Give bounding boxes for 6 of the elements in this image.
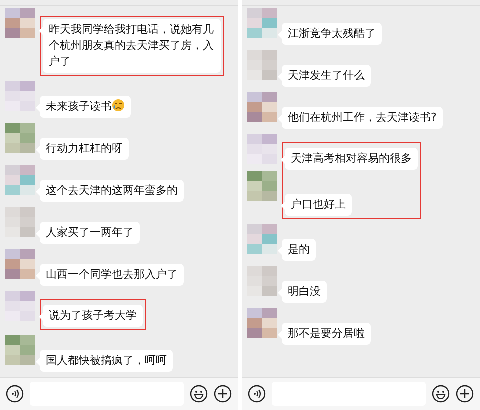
plus-icon[interactable] bbox=[214, 385, 232, 403]
emoji-icon[interactable] bbox=[190, 385, 208, 403]
emoji-icon[interactable] bbox=[432, 385, 450, 403]
voice-icon[interactable] bbox=[248, 385, 266, 403]
plus-icon[interactable] bbox=[456, 385, 474, 403]
voice-icon[interactable] bbox=[6, 385, 24, 403]
